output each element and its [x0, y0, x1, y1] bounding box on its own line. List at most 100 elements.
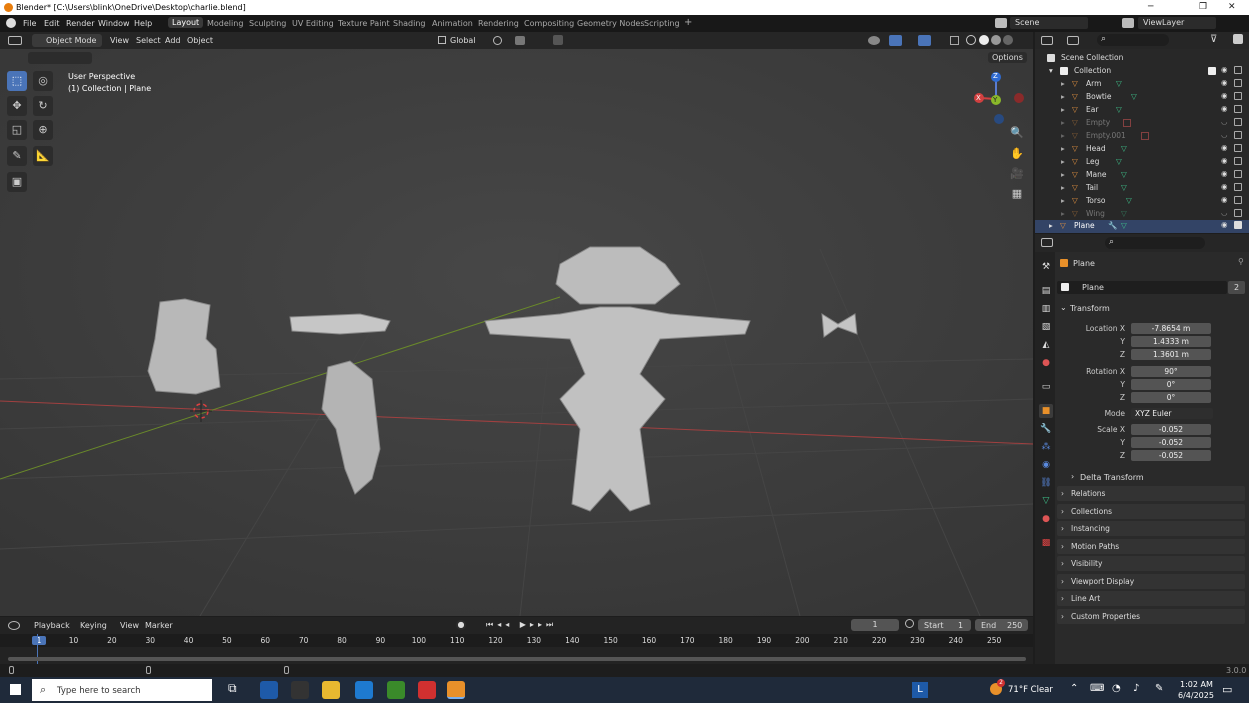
texture-tab-icon[interactable]: ▩	[1039, 536, 1053, 550]
annotate-tool[interactable]: ✎	[7, 146, 27, 166]
camera-icon[interactable]	[1234, 221, 1242, 229]
eye-icon[interactable]: ◉	[1221, 182, 1228, 191]
camera-icon[interactable]	[1234, 79, 1242, 87]
gizmo-toggle-icon[interactable]	[889, 35, 902, 46]
expand-icon[interactable]: ▸	[1061, 118, 1065, 127]
select-box-tool[interactable]: ⬚	[7, 71, 27, 91]
menu-render[interactable]: Render	[66, 19, 94, 28]
outliner-collection[interactable]: ▾ Collection ◉	[1035, 65, 1249, 78]
expand-icon[interactable]: ▾	[1049, 66, 1053, 75]
maximize-button[interactable]: ❐	[1199, 2, 1207, 12]
eye-closed-icon[interactable]: ◡	[1221, 117, 1228, 126]
tab-layout[interactable]: Layout	[168, 17, 204, 28]
task-view-icon[interactable]: ⧉	[228, 681, 246, 699]
expand-icon[interactable]: ▸	[1061, 157, 1065, 166]
expand-icon[interactable]: ▸	[1061, 131, 1065, 140]
world-tab-icon[interactable]: ●	[1039, 356, 1053, 370]
outliner-editor-type-icon[interactable]	[1041, 36, 1053, 45]
rendered-shading-icon[interactable]	[1003, 35, 1013, 45]
minecraft-icon[interactable]	[387, 681, 405, 699]
measure-tool[interactable]: 📐	[33, 146, 53, 166]
menu-help[interactable]: Help	[134, 19, 152, 28]
end-frame-field[interactable]: End 250	[975, 619, 1028, 631]
select-mode-toggles[interactable]	[28, 52, 92, 64]
eye-icon[interactable]: ◉	[1221, 78, 1228, 87]
tool-tab-icon[interactable]: ⚒	[1039, 260, 1053, 274]
eye-icon[interactable]: ◉	[1221, 143, 1228, 152]
scene-tab-icon[interactable]: ◭	[1039, 338, 1053, 352]
rotation-mode-dropdown[interactable]: XYZ Euler	[1131, 408, 1213, 419]
eye-icon[interactable]: ◉	[1221, 169, 1228, 178]
torso-mesh[interactable]	[147, 298, 221, 395]
snap-icon[interactable]	[515, 36, 525, 45]
timeline-menu-keying[interactable]: Keying	[80, 621, 107, 630]
camera-icon[interactable]	[1234, 66, 1242, 74]
blender-menu-icon[interactable]	[6, 18, 16, 28]
eye-icon[interactable]: ◉	[1221, 195, 1228, 204]
eye-icon[interactable]: ◉	[1221, 220, 1228, 229]
expand-icon[interactable]: ▸	[1061, 183, 1065, 192]
expand-icon[interactable]: ▸	[1061, 79, 1065, 88]
outliner-scene-collection[interactable]: Scene Collection	[1035, 52, 1249, 65]
overlay-toggle-icon[interactable]	[918, 35, 931, 46]
menu-edit[interactable]: Edit	[44, 19, 60, 28]
blender-taskbar-icon[interactable]	[447, 681, 465, 699]
ortho-grid-icon[interactable]: ▦	[1008, 185, 1026, 203]
transform-orientation-selector[interactable]: Global	[450, 36, 476, 45]
timeline-menu-marker[interactable]: Marker	[145, 621, 173, 630]
display-mode-icon[interactable]	[1067, 36, 1079, 45]
particles-tab-icon[interactable]: ⁂	[1039, 440, 1053, 454]
camera-icon[interactable]	[1234, 170, 1242, 178]
mode-selector[interactable]: Object Mode	[32, 34, 102, 47]
viewport-menu-select[interactable]: Select	[136, 36, 161, 45]
clock-icon[interactable]	[905, 619, 914, 628]
physics-tab-icon[interactable]: ◉	[1039, 458, 1053, 472]
timeline-ruler[interactable]: 1 10 20 30 40 50 60 70 80 90 100 110 120 130 140 150 160…	[0, 634, 1033, 647]
network-icon[interactable]: ◔	[1112, 683, 1121, 694]
arm-mesh[interactable]	[289, 313, 391, 335]
scale-x-field[interactable]: -0.052	[1131, 424, 1211, 435]
3d-viewport[interactable]: Z X Y ⬚ ◎ ✥ ↻ ◱ ⊕ ✎ 📐 ▣ User Perspective…	[0, 49, 1033, 616]
pivot-icon[interactable]	[493, 36, 502, 45]
current-frame-field[interactable]: 1	[851, 619, 899, 631]
rotate-tool[interactable]: ↻	[33, 96, 53, 116]
tab-rendering[interactable]: Rendering	[478, 19, 519, 28]
view-layer-selector[interactable]: ViewLayer	[1138, 17, 1216, 29]
tab-scripting[interactable]: Scripting	[644, 19, 680, 28]
pin-icon[interactable]: ⚲	[1238, 257, 1244, 266]
viewport-menu-object[interactable]: Object	[187, 36, 213, 45]
location-z-field[interactable]: 1.3601 m	[1131, 349, 1211, 360]
vivaldi-icon[interactable]	[418, 681, 436, 699]
panel-instancing[interactable]: › Instancing	[1057, 521, 1245, 536]
store-icon[interactable]	[355, 681, 373, 699]
app-l-icon[interactable]	[260, 681, 278, 699]
transform-tool[interactable]: ⊕	[33, 120, 53, 140]
expand-icon[interactable]: ▸	[1061, 196, 1065, 205]
scene-selector[interactable]: Scene	[1010, 17, 1088, 29]
tab-uv-editing[interactable]: UV Editing	[292, 19, 334, 28]
panel-viewport-display[interactable]: › Viewport Display	[1057, 573, 1245, 589]
expand-icon[interactable]: ▸	[1061, 144, 1065, 153]
outliner-item[interactable]: ▸ ▽ Bowtie ▽ ◉	[1035, 91, 1249, 104]
notification-center-icon[interactable]: ▭	[1222, 683, 1232, 696]
wireframe-shading-icon[interactable]	[966, 35, 976, 45]
viewport-menu-add[interactable]: Add	[165, 36, 181, 45]
tab-geometry-nodes[interactable]: Geometry Nodes	[577, 19, 644, 28]
tab-sculpting[interactable]: Sculpting	[249, 19, 286, 28]
panel-custom-properties[interactable]: › Custom Properties	[1057, 608, 1245, 624]
constraints-tab-icon[interactable]: ⛓	[1039, 476, 1053, 490]
clock-date[interactable]: 6/4/2025	[1178, 691, 1214, 700]
windows-start-icon[interactable]	[10, 684, 21, 695]
modifier-tab-icon[interactable]: 🔧	[1039, 422, 1053, 436]
pen-icon[interactable]: ✎	[1155, 683, 1163, 694]
camera-icon[interactable]	[1234, 157, 1242, 165]
outliner-item[interactable]: ▸ ▽ Head ▽ ◉	[1035, 143, 1249, 156]
expand-icon[interactable]: ▸	[1061, 209, 1065, 218]
clock-time[interactable]: 1:02 AM	[1180, 680, 1213, 689]
panel-visibility[interactable]: › Visibility	[1057, 556, 1245, 571]
rotation-x-field[interactable]: 90°	[1131, 366, 1211, 377]
proportional-edit-icon[interactable]	[553, 35, 563, 45]
scale-tool[interactable]: ◱	[7, 120, 27, 140]
weather-label[interactable]: 71°F Clear	[1008, 685, 1053, 695]
eye-closed-icon[interactable]: ◡	[1221, 130, 1228, 139]
